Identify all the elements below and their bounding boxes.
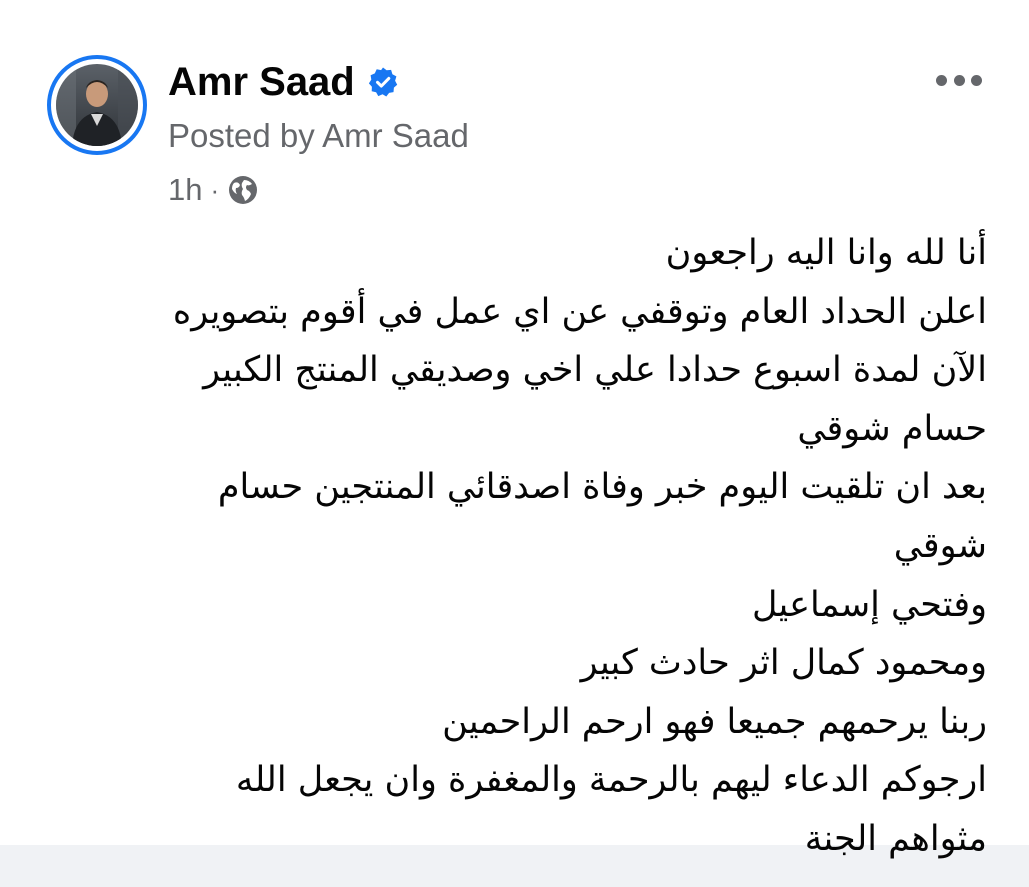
- verified-badge-icon: [367, 66, 399, 98]
- post-body-line: بعد ان تلقيت اليوم خبر وفاة اصدقائي المن…: [217, 467, 987, 508]
- profile-avatar[interactable]: [47, 55, 147, 155]
- avatar-person-icon: [56, 64, 138, 146]
- post-body-line: حسام شوقي: [797, 408, 987, 449]
- more-options-button[interactable]: [936, 68, 982, 92]
- post-meta: 1h ·: [168, 170, 259, 210]
- post-body-line: اعلن الحداد العام وتوقفي عن اي عمل في أق…: [172, 291, 987, 332]
- more-dot-icon: [971, 74, 982, 86]
- post-body-line: شوقي: [893, 525, 987, 566]
- post-body-line: الآن لمدة اسبوع حدادا علي اخي وصديقي الم…: [203, 350, 987, 391]
- post-body: أنا لله وانا اليه راجعون اعلن الحداد الع…: [47, 224, 987, 869]
- meta-separator: ·: [210, 175, 220, 205]
- author-name[interactable]: Amr Saad: [168, 58, 355, 106]
- author-row: Amr Saad: [168, 58, 399, 106]
- avatar-photo: [56, 64, 138, 146]
- post-body-line: ربنا يرحمهم جميعا فهو ارحم الراحمين: [442, 701, 987, 742]
- more-dot-icon: [936, 74, 947, 86]
- post-timestamp[interactable]: 1h: [168, 170, 202, 210]
- more-dot-icon: [953, 74, 965, 86]
- posted-by-label: Posted by Amr Saad: [168, 117, 469, 154]
- post-body-line: ارجوكم الدعاء ليهم بالرحمة والمغفرة وان …: [235, 760, 987, 801]
- post-card: Amr Saad Posted by Amr Saad 1h · أنا لله…: [0, 0, 1029, 859]
- post-body-line: مثواهم الجنة: [804, 818, 987, 859]
- globe-icon[interactable]: [227, 174, 259, 206]
- post-body-line: وفتحي إسماعيل: [752, 584, 987, 625]
- post-body-line: ومحمود كمال اثر حادث كبير: [580, 643, 987, 684]
- post-body-line: أنا لله وانا اليه راجعون: [665, 233, 987, 273]
